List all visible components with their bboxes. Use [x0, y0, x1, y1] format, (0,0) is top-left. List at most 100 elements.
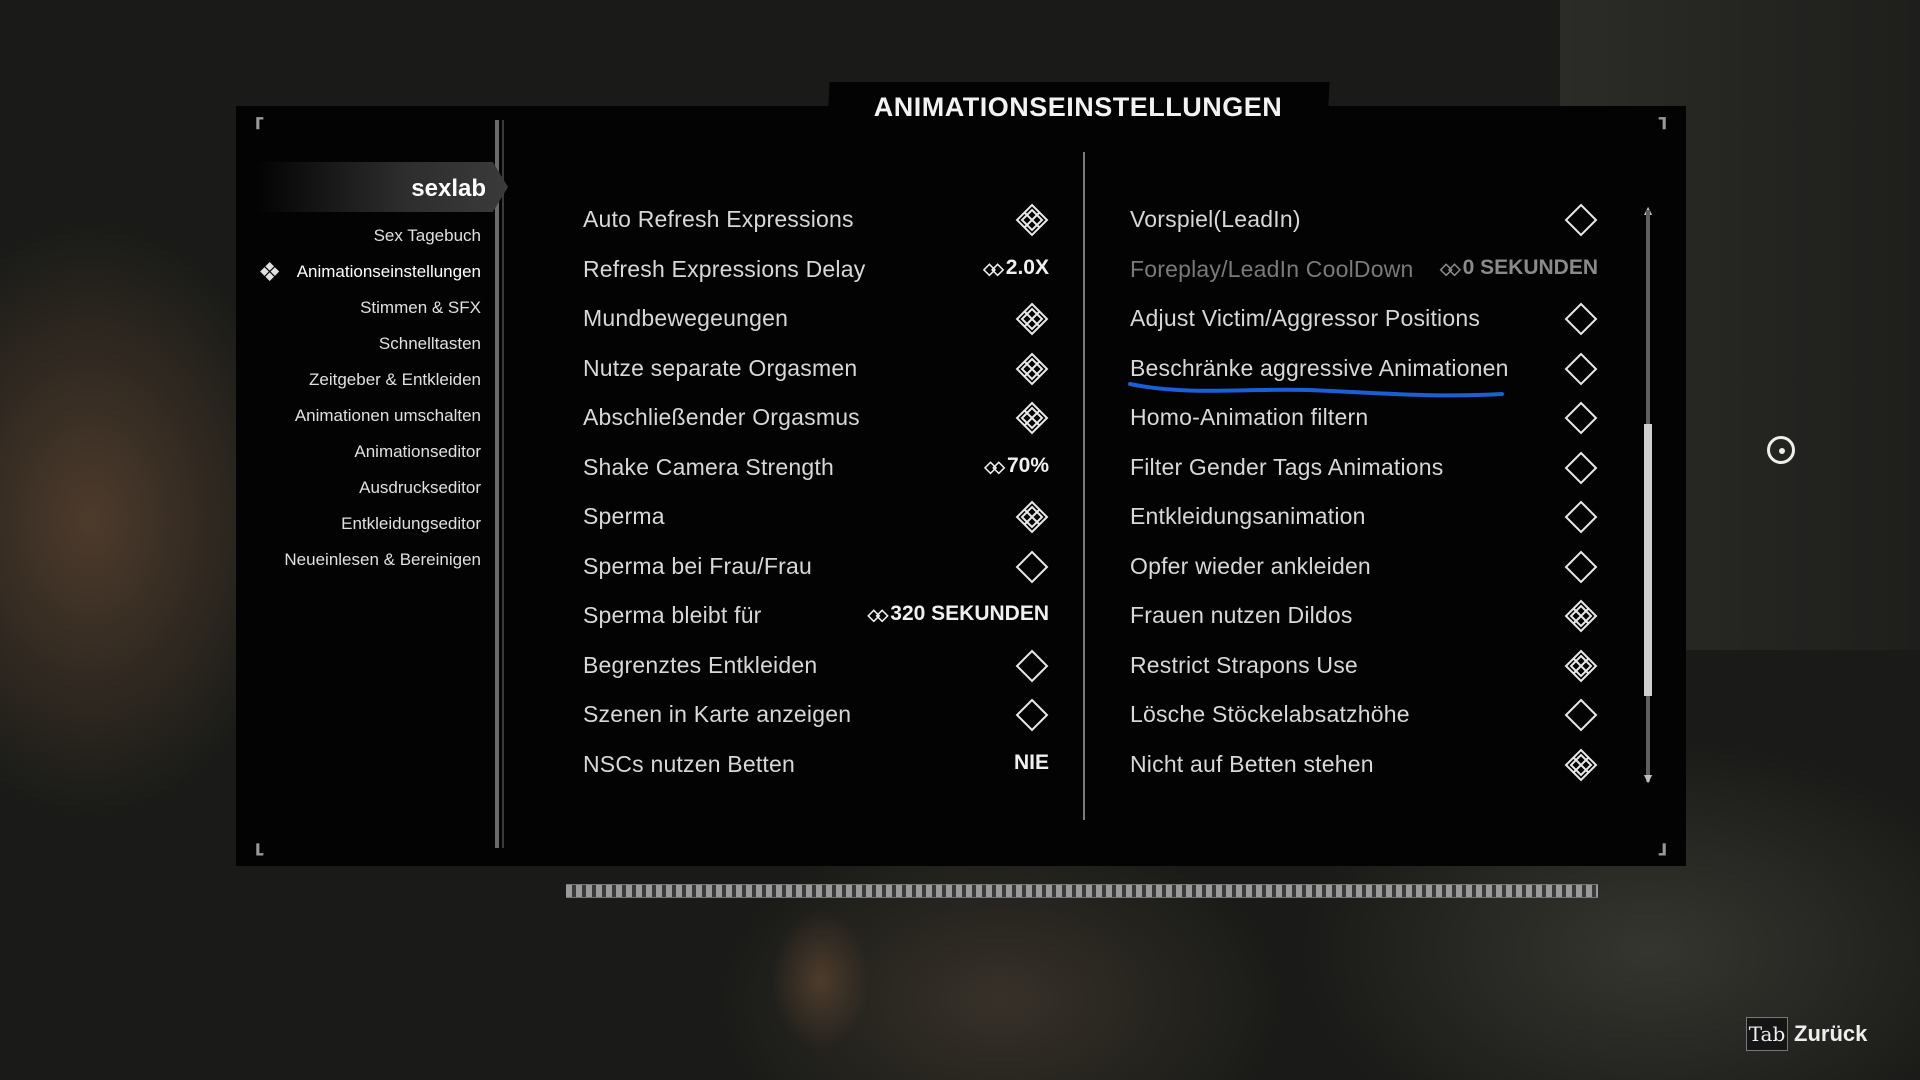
option-label: Sperma bei Frau/Frau [583, 552, 812, 579]
option-row[interactable]: Sperma [583, 497, 1049, 537]
slider-arrows-icon: ◇◇ [983, 260, 1004, 278]
slider-value[interactable]: ◇◇ 70% [984, 454, 1049, 478]
checkbox-unchecked-icon[interactable] [1564, 401, 1598, 435]
option-label: Refresh Expressions Delay [583, 255, 866, 282]
value-text: 70% [1006, 453, 1049, 477]
checkbox-unchecked-icon[interactable] [1564, 500, 1598, 534]
option-label: Shake Camera Strength [583, 453, 834, 480]
value-text: NIE [1013, 750, 1049, 774]
value-text: 0 SEKUNDEN [1462, 255, 1598, 279]
option-row[interactable]: Sperma bei Frau/Frau [583, 547, 1049, 587]
slider-value[interactable]: ◇◇ 2.0X [983, 256, 1049, 280]
option-label: Nutze separate Orgasmen [583, 354, 858, 381]
checkbox-checked-icon[interactable] [1015, 203, 1049, 237]
slider-value[interactable]: ◇◇ 320 SEKUNDEN [868, 602, 1049, 626]
sidebar-item[interactable]: Schnelltasten [379, 334, 481, 354]
option-row[interactable]: Opfer wieder ankleiden [1130, 547, 1598, 587]
option-label: Mundbewegeungen [583, 305, 789, 331]
checkbox-unchecked-icon[interactable] [1564, 302, 1598, 336]
checkbox-unchecked-icon[interactable] [1564, 203, 1598, 237]
slider-arrows-icon: ◇◇ [984, 458, 1005, 476]
menu-value[interactable]: NIE [1014, 751, 1049, 775]
sidebar-item[interactable]: Sex Tagebuch [374, 226, 481, 246]
slider-value: ◇◇ 0 SEKUNDEN [1440, 256, 1598, 280]
option-label: NSCs nutzen Betten [583, 750, 795, 777]
checkbox-checked-icon[interactable] [1564, 599, 1598, 633]
scrollbar-thumb[interactable] [1644, 424, 1652, 696]
slider-arrows-icon: ◇◇ [1440, 260, 1461, 278]
sidebar-item[interactable]: Entkleidungseditor [341, 514, 481, 534]
option-row[interactable]: NSCs nutzen Betten NIE [583, 745, 1049, 785]
option-row[interactable]: Nicht auf Betten stehen [1130, 745, 1598, 785]
option-row[interactable]: Restrict Strapons Use [1130, 646, 1598, 686]
option-row[interactable]: Szenen in Karte anzeigen [583, 695, 1049, 735]
checkbox-unchecked-icon[interactable] [1564, 698, 1598, 732]
corner-ornament-icon: ⸣ [1655, 113, 1669, 151]
option-label: Adjust Victim/Aggressor Positions [1130, 305, 1481, 331]
option-label: Szenen in Karte anzeigen [583, 701, 852, 727]
checkbox-checked-icon[interactable] [1015, 352, 1049, 386]
checkbox-unchecked-icon[interactable] [1015, 550, 1049, 584]
option-row[interactable]: Abschließender Orgasmus [583, 398, 1049, 438]
checkbox-checked-icon[interactable] [1015, 500, 1049, 534]
option-row[interactable]: Lösche Stöckelabsatzhöhe [1130, 695, 1598, 735]
checkbox-unchecked-icon[interactable] [1015, 698, 1049, 732]
option-row[interactable]: Auto Refresh Expressions [583, 200, 1049, 240]
background-figure [740, 880, 900, 1080]
checkbox-unchecked-icon[interactable] [1564, 550, 1598, 584]
option-row[interactable]: Sperma bleibt für ◇◇ 320 SEKUNDEN [583, 596, 1049, 636]
option-row[interactable]: Adjust Victim/Aggressor Positions [1130, 299, 1598, 339]
bottom-ornament [566, 884, 1598, 898]
sidebar-item[interactable]: Ausdruckseditor [359, 478, 481, 498]
sidebar-divider [502, 120, 504, 848]
option-label: Filter Gender Tags Animations [1130, 453, 1444, 480]
option-row[interactable]: Refresh Expressions Delay ◇◇ 2.0X [583, 250, 1049, 290]
highlight-underline [1128, 382, 1504, 398]
option-label: Restrict Strapons Use [1130, 651, 1358, 678]
checkbox-checked-icon[interactable] [1015, 401, 1049, 435]
checkbox-checked-icon[interactable] [1564, 649, 1598, 683]
checkbox-unchecked-icon[interactable] [1564, 352, 1598, 386]
sidebar-item[interactable]: Animationseinstellungen [297, 262, 481, 282]
option-label: Lösche Stöckelabsatzhöhe [1130, 701, 1410, 727]
checkbox-unchecked-icon[interactable] [1564, 451, 1598, 485]
page-title: ANIMATIONSEINSTELLUNGEN [873, 92, 1283, 122]
sidebar-item[interactable]: Animationen umschalten [295, 406, 481, 426]
sidebar-divider [495, 120, 499, 848]
option-label: Homo-Animation filtern [1130, 404, 1369, 430]
option-label: Sperma [583, 503, 665, 529]
sidebar-item[interactable]: Neueinlesen & Bereinigen [284, 550, 481, 570]
option-label: Begrenztes Entkleiden [583, 651, 818, 678]
checkbox-checked-icon[interactable] [1564, 748, 1598, 782]
option-row[interactable]: Entkleidungsanimation [1130, 497, 1598, 537]
mod-tab-label: sexlab [411, 175, 486, 202]
option-label: Vorspiel(LeadIn) [1130, 206, 1301, 232]
option-row[interactable]: Filter Gender Tags Animations [1130, 448, 1598, 488]
value-text: 2.0X [1005, 255, 1049, 279]
option-row[interactable]: Shake Camera Strength ◇◇ 70% [583, 448, 1049, 488]
slider-arrows-icon: ◇◇ [867, 607, 889, 624]
checkbox-checked-icon[interactable] [1015, 302, 1049, 336]
option-row[interactable]: Homo-Animation filtern [1130, 398, 1598, 438]
option-row[interactable]: Mundbewegeungen [583, 299, 1049, 339]
option-label: Entkleidungsanimation [1130, 503, 1366, 529]
column-divider [1083, 152, 1085, 820]
option-label: Abschließender Orgasmus [583, 404, 860, 430]
option-row[interactable]: Begrenztes Entkleiden [583, 646, 1049, 686]
sidebar-item[interactable]: Zeitgeber & Entkleiden [309, 370, 481, 390]
corner-ornament-icon: ⸥ [1655, 821, 1669, 859]
corner-ornament-icon: ⸢ [253, 113, 267, 151]
back-key-icon[interactable]: Tab [1746, 1017, 1788, 1051]
checkbox-unchecked-icon[interactable] [1015, 649, 1049, 683]
sidebar-item[interactable]: Animationseditor [354, 442, 481, 462]
option-row[interactable]: Vorspiel(LeadIn) [1130, 200, 1598, 240]
option-row[interactable]: Frauen nutzen Dildos [1130, 596, 1598, 636]
option-label: Beschränke aggressive Animationen [1130, 354, 1509, 381]
option-label: Opfer wieder ankleiden [1130, 552, 1371, 579]
back-button[interactable]: Zurück [1794, 1021, 1867, 1047]
scroll-down-icon[interactable]: ▼ [1640, 770, 1656, 786]
sidebar-item[interactable]: Stimmen & SFX [360, 298, 481, 318]
option-label: Frauen nutzen Dildos [1130, 602, 1353, 628]
cursor-dot [1779, 448, 1785, 454]
option-row[interactable]: Nutze separate Orgasmen [583, 349, 1049, 389]
